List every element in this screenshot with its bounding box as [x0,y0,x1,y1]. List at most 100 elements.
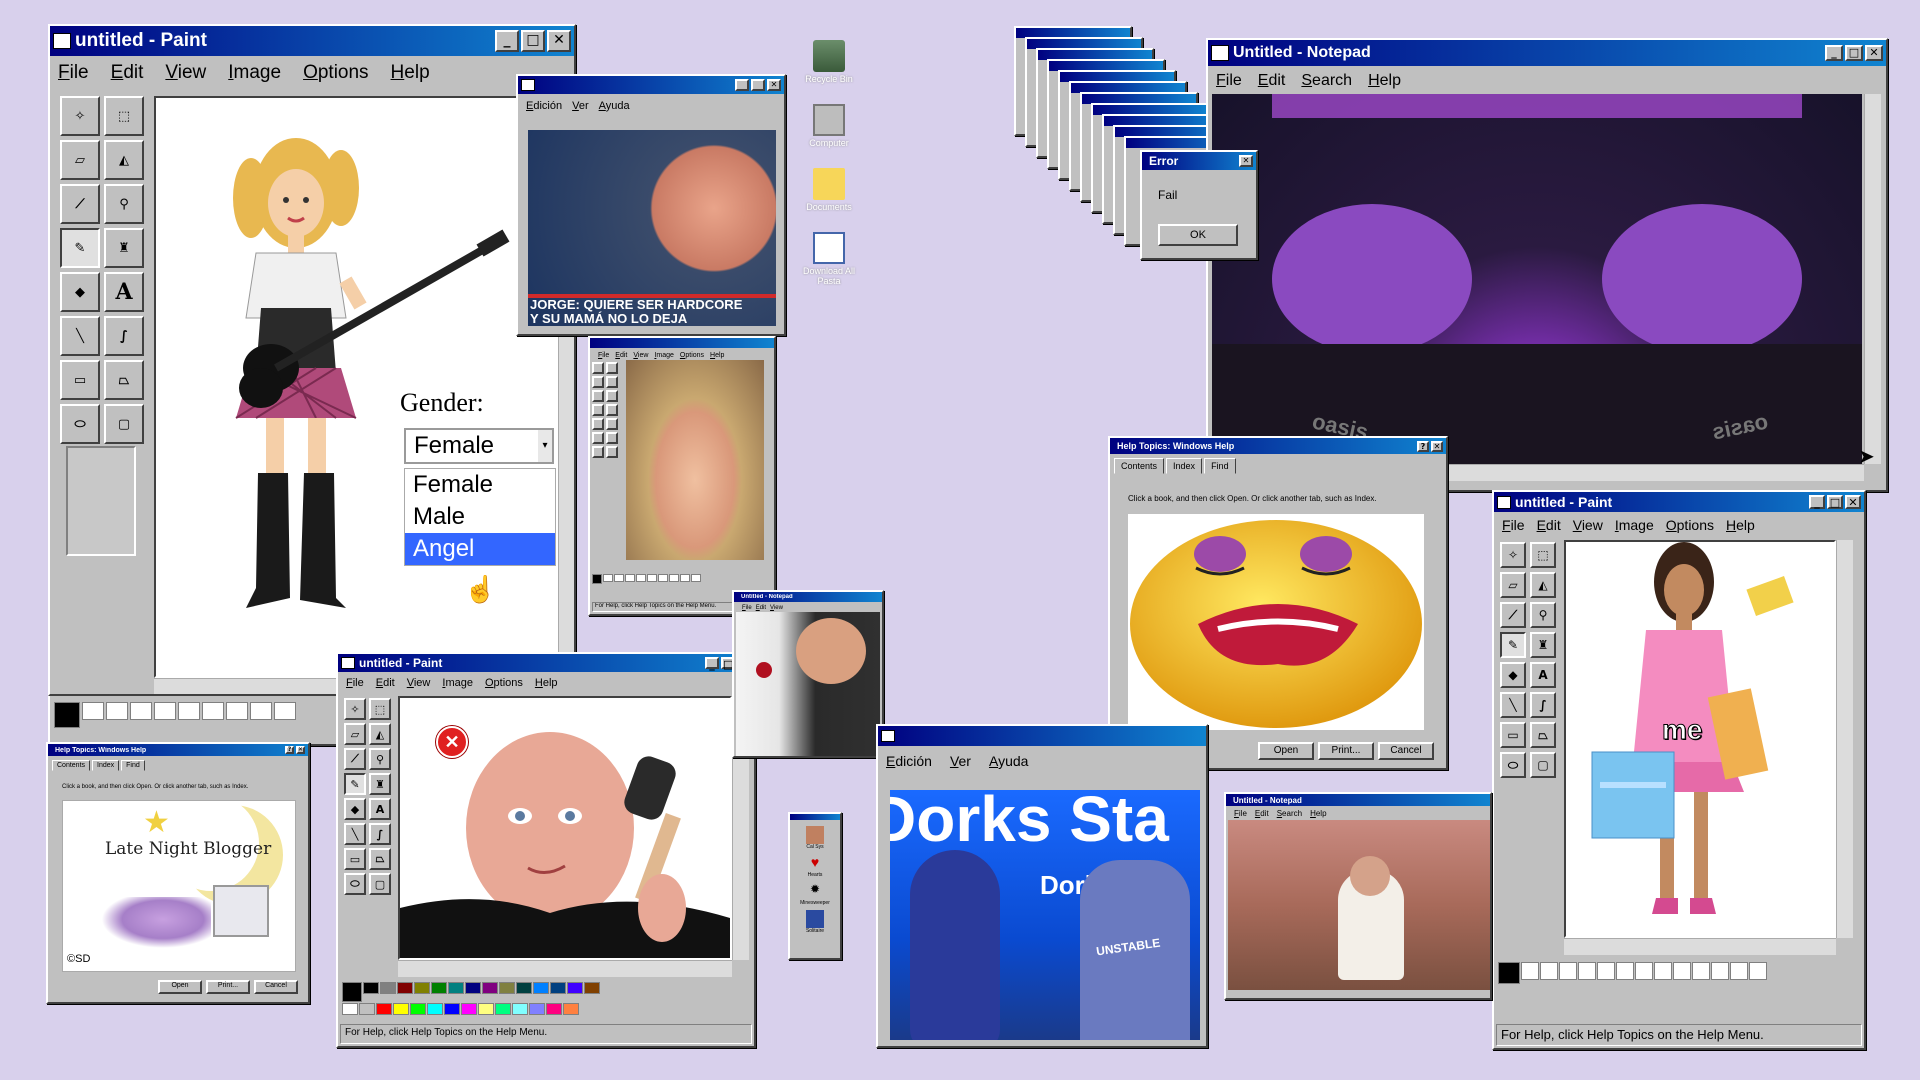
brush-icon[interactable] [606,404,618,416]
paint-tiny-titlebar[interactable] [590,338,774,348]
minimize-button[interactable]: _ [1809,495,1825,509]
text-icon[interactable]: A [104,272,144,312]
open-button[interactable]: Open [1258,742,1314,760]
rounded-rect-icon[interactable]: ▢ [104,404,144,444]
desktop-icon-documents[interactable]: Documents [794,168,864,212]
line-icon[interactable]: ╲ [344,823,366,845]
airbrush-icon[interactable]: ◆ [344,798,366,820]
close-button[interactable]: ✕ [547,30,571,52]
desktop-icon-download[interactable]: Download All Pasta [794,232,864,286]
text-icon[interactable]: A [369,798,391,820]
menu-options[interactable]: Options [1666,517,1714,533]
menu-edit[interactable]: Edit [1537,517,1561,533]
paint-bottom-titlebar[interactable]: untitled - Paint _□✕ [338,654,754,672]
maximize-button[interactable]: □ [521,30,545,52]
fill-icon[interactable] [606,376,618,388]
rect-select-icon[interactable]: ⬚ [369,698,391,720]
paint-bottom-canvas[interactable]: ✕ [398,696,732,960]
close-button[interactable]: ✕ [1431,440,1443,452]
paint-bottom-hscroll[interactable] [398,960,732,977]
palette-swatch[interactable] [274,702,296,720]
mini-titlebar[interactable] [790,814,840,820]
palette-swatch[interactable] [533,982,549,994]
menu-view[interactable]: View [1573,517,1603,533]
palette-swatch[interactable] [461,1003,477,1015]
gender-option-male[interactable]: Male [405,501,555,533]
menu-file[interactable]: File [58,62,89,84]
tab-contents[interactable]: Contents [1114,458,1165,474]
eraser-icon[interactable]: ▱ [344,723,366,745]
menu-file[interactable]: File [346,677,364,689]
eraser-icon[interactable] [592,376,604,388]
notepad-tiny-titlebar[interactable]: Untitled - Notepad [734,592,882,602]
error-titlebar[interactable]: Error ✕ [1142,152,1256,170]
fill-icon[interactable]: ◭ [104,140,144,180]
palette-swatch[interactable] [410,1003,426,1015]
menu-edit[interactable]: Edit [376,677,395,689]
menu-ayuda[interactable]: Ayuda [599,100,630,112]
gender-option-angel[interactable]: Angel [405,533,555,565]
palette-swatch[interactable] [444,1003,460,1015]
menu-view[interactable]: View [165,62,206,84]
tab-find[interactable]: Find [1204,458,1236,474]
palette-swatch[interactable] [636,574,646,582]
menu-edit[interactable]: Edit [756,605,766,611]
close-button[interactable]: ✕ [1239,155,1253,167]
magnifier-icon[interactable]: ⚲ [369,748,391,770]
paint-right-hscroll[interactable] [1564,938,1836,955]
polygon-icon[interactable]: ⏢ [1530,722,1556,748]
palette-swatch[interactable] [567,982,583,994]
color-picker-icon[interactable]: ⟋ [344,748,366,770]
paint-right-vscroll[interactable] [1836,540,1853,938]
palette-swatch[interactable] [250,702,272,720]
airbrush-icon[interactable]: ◆ [60,272,100,312]
menu-edit[interactable]: Edit [111,62,144,84]
palette-swatch[interactable] [1654,962,1672,980]
eraser-icon[interactable]: ▱ [1500,572,1526,598]
menu-view[interactable]: View [770,605,783,611]
close-button[interactable]: ✕ [1845,495,1861,509]
tab-index[interactable]: Index [92,760,120,771]
rectangle-icon[interactable] [592,446,604,458]
palette-swatch[interactable] [529,1003,545,1015]
menu-view[interactable]: View [407,677,431,689]
menu-view[interactable]: View [633,352,648,359]
paint-right-canvas[interactable]: me [1564,540,1836,938]
palette-swatch[interactable] [154,702,176,720]
menu-edicion[interactable]: Edición [886,753,932,769]
tool-options-box[interactable] [66,446,136,556]
cancel-button[interactable]: Cancel [1378,742,1434,760]
curve-icon[interactable]: ∫ [104,316,144,356]
palette-swatch[interactable] [431,982,447,994]
maximize-button[interactable]: □ [1845,45,1863,61]
menu-file[interactable]: File [598,352,609,359]
menu-ver[interactable]: Ver [572,100,589,112]
menu-help[interactable]: Help [391,62,430,84]
text-icon[interactable]: A [1530,662,1556,688]
menu-edicion[interactable]: Edición [526,100,562,112]
palette-swatch[interactable] [376,1003,392,1015]
close-button[interactable]: ✕ [1865,45,1883,61]
curve-icon[interactable] [606,432,618,444]
magnifier-icon[interactable] [606,390,618,402]
palette-swatch[interactable] [202,702,224,720]
hearts-icon[interactable]: ♥ [806,854,824,872]
desktop-icon-computer[interactable]: Computer [794,104,864,148]
minimize-button[interactable]: _ [495,30,519,52]
current-color-swatch[interactable] [54,702,80,728]
free-select-icon[interactable]: ✧ [344,698,366,720]
pencil-icon[interactable]: ✎ [60,228,100,268]
current-color-swatch[interactable] [592,574,602,584]
notepad-main-vscroll[interactable] [1864,94,1881,464]
pencil-icon[interactable]: ✎ [344,773,366,795]
brush-icon[interactable]: ♜ [104,228,144,268]
palette-swatch[interactable] [448,982,464,994]
menu-options[interactable]: Options [680,352,704,359]
menu-file[interactable]: File [1216,72,1242,90]
notepad-small-titlebar[interactable]: Untitled - Notepad [1226,794,1490,806]
menu-edit[interactable]: Edit [1258,72,1286,90]
palette-swatch[interactable] [1559,962,1577,980]
close-button[interactable]: ✕ [767,79,781,91]
print-button[interactable]: Print... [1318,742,1374,760]
palette-swatch[interactable] [82,702,104,720]
